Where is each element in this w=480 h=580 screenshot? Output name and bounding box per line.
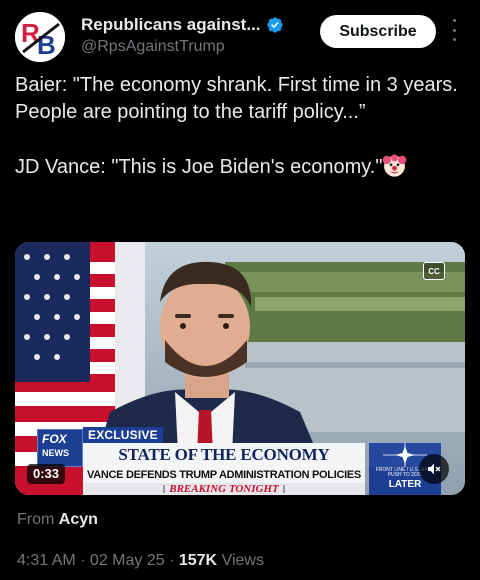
avatar[interactable]: R B bbox=[15, 12, 65, 62]
news-chyron: FOX NEWS EXCLUSIVE STATE OF THE ECONOMY V… bbox=[15, 427, 465, 495]
mute-button[interactable] bbox=[419, 454, 449, 484]
breaking-label: BREAKING TONIGHT bbox=[169, 483, 279, 495]
author-handle[interactable]: @RpsAgainstTrump bbox=[81, 38, 284, 56]
author-names: Republicans against... @RpsAgainstTrump bbox=[81, 15, 284, 56]
fox-logo-top: FOX bbox=[42, 432, 67, 446]
video-timestamp-text: 0:33 bbox=[33, 466, 60, 481]
clown-face-emoji-icon bbox=[383, 154, 407, 177]
views-label: Views bbox=[221, 552, 264, 569]
subscribe-button[interactable]: Subscribe bbox=[320, 15, 436, 48]
muted-speaker-icon bbox=[428, 463, 441, 475]
source-name[interactable]: Acyn bbox=[59, 511, 98, 528]
tweet-text: Baier: "The economy shrank. First time i… bbox=[15, 72, 465, 181]
tweet-time[interactable]: 4:31 AM bbox=[17, 552, 76, 569]
author-display-name-row[interactable]: Republicans against... bbox=[81, 15, 284, 35]
views-count: 157K bbox=[178, 552, 218, 569]
breaking-tonight-bar: BREAKING TONIGHT bbox=[83, 483, 365, 495]
tweet-header: R B Republicans against... @RpsAgainstTr… bbox=[15, 12, 465, 62]
exclusive-tag: EXCLUSIVE bbox=[83, 427, 163, 443]
fox-logo-bottom: NEWS bbox=[42, 448, 69, 458]
tweet-text-quote-2: JD Vance: "This is Joe Biden's economy." bbox=[15, 156, 383, 178]
verified-badge-icon bbox=[266, 17, 283, 33]
chyron-title: STATE OF THE ECONOMY bbox=[118, 445, 330, 464]
more-options-icon[interactable] bbox=[451, 19, 457, 41]
video-timestamp: 0:33 bbox=[27, 464, 66, 484]
chyron-title-bar: STATE OF THE ECONOMY bbox=[83, 443, 365, 467]
author-display-name[interactable]: Republicans against... bbox=[81, 15, 261, 35]
avatar-logo-icon: R B bbox=[15, 12, 65, 62]
chyron-subtitle: VANCE DEFENDS TRUMP ADMINISTRATION POLIC… bbox=[83, 467, 365, 483]
video-source: From Acyn bbox=[17, 511, 98, 529]
video-player[interactable]: CC FOX NEWS EXCLUSIVE STATE OF THE ECONOM… bbox=[15, 242, 465, 495]
source-prefix: From bbox=[17, 511, 55, 528]
tweet-date[interactable]: 02 May 25 bbox=[90, 552, 165, 569]
tweet-meta: 4:31 AM · 02 May 25 · 157K Views bbox=[17, 552, 264, 569]
tweet-text-quote-1: Baier: "The economy shrank. First time i… bbox=[15, 74, 464, 123]
closed-captions-icon[interactable]: CC bbox=[423, 262, 445, 280]
fox-news-logo-icon: FOX NEWS bbox=[37, 429, 83, 467]
